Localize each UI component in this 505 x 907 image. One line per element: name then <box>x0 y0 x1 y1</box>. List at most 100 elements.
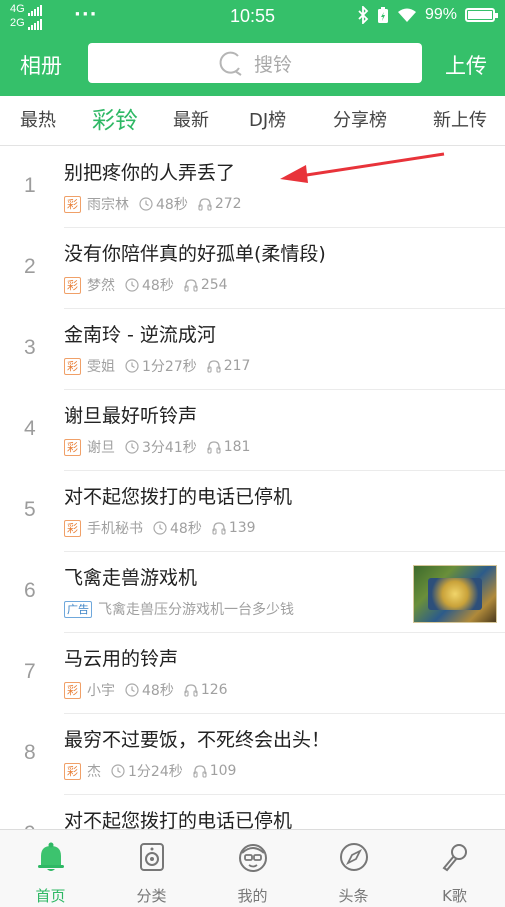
play-count-text: 126 <box>200 682 228 698</box>
battery-percent: 99% <box>424 6 457 23</box>
ringtone-badge: 彩 <box>64 276 81 294</box>
ad-thumbnail-center <box>428 578 482 610</box>
headphones-icon <box>198 198 212 211</box>
duration-text: 3分41秒 <box>142 440 197 456</box>
clock-icon <box>139 197 153 211</box>
rank-number: 8 <box>24 741 36 764</box>
ringtone-meta: 彩雨宗林 48秒 272 <box>64 194 252 214</box>
list-item[interactable]: 7 马云用的铃声彩小宇 48秒 126 <box>0 633 505 714</box>
system-icons: 99% <box>357 6 498 24</box>
nav-headlines[interactable]: 头条 <box>303 830 404 907</box>
play-count: 272 <box>198 196 242 212</box>
play-count: 217 <box>207 358 250 374</box>
ad-thumbnail-image[interactable] <box>413 565 497 623</box>
search-input[interactable]: 搜铃 <box>88 43 422 83</box>
ringtone-list: 1 别把疼你的人弄丢了彩雨宗林 48秒 272 2 没有你陪伴真的好孤单(柔情段) 彩梦然 4… <box>0 147 505 829</box>
rank-number: 7 <box>24 660 36 683</box>
nav-karaoke[interactable]: K歌 <box>404 830 505 907</box>
battery-fill <box>468 11 492 19</box>
ringtone-title: 对不起您拨打的电话已停机 <box>64 486 293 508</box>
list-item[interactable]: 4 谢旦最好听铃声彩谢旦 3分41秒 181 <box>0 390 505 471</box>
ringtone-meta: 彩谢旦 3分41秒 181 <box>64 437 260 457</box>
nav-label: 我的 <box>237 887 268 905</box>
ringtone-badge: 彩 <box>64 195 81 213</box>
nav-label: 头条 <box>338 887 369 905</box>
ringtone-title: 别把疼你的人弄丢了 <box>64 162 236 184</box>
tab-color-ringtone[interactable]: 彩铃 <box>92 96 138 146</box>
clock-icon <box>125 359 139 373</box>
ringtone-badge: 彩 <box>64 762 81 780</box>
duration-text: 1分24秒 <box>128 764 183 780</box>
nav-label: 首页 <box>35 887 66 905</box>
play-count-text: 181 <box>223 439 251 455</box>
rank-number: 6 <box>24 579 36 602</box>
ringtone-meta: 彩小宇 48秒 126 <box>64 680 238 700</box>
duration: 48秒 <box>139 194 188 214</box>
tab-newest[interactable]: 最新 <box>173 96 209 146</box>
list-item[interactable]: 6 飞禽走兽游戏机 广告 飞禽走兽压分游戏机一台多少钱 <box>0 552 505 633</box>
bottom-navigation: 首页 分类 我的 头条 K歌 <box>0 829 505 907</box>
headphones-icon <box>193 765 207 778</box>
play-count: 139 <box>212 520 256 536</box>
list-item[interactable]: 2 没有你陪伴真的好孤单(柔情段) 彩梦然 48秒 254 <box>0 228 505 309</box>
duration: 48秒 <box>125 680 174 700</box>
ringtone-badge: 彩 <box>64 438 81 456</box>
artist-name: 手机秘书 <box>87 521 143 537</box>
nav-category[interactable]: 分类 <box>101 830 202 907</box>
list-item[interactable]: 9 对不起您拨打的电话已停机 <box>0 795 505 829</box>
ringtone-title: 谢旦最好听铃声 <box>64 405 198 427</box>
search-icon <box>219 51 242 76</box>
ringtone-meta: 彩手机秘书 48秒 139 <box>64 518 266 538</box>
tab-dj-chart[interactable]: DJ榜 <box>249 96 286 146</box>
headphones-icon <box>212 522 226 535</box>
list-item[interactable]: 1 别把疼你的人弄丢了彩雨宗林 48秒 272 <box>0 147 505 228</box>
nav-label: 分类 <box>136 887 167 905</box>
list-item[interactable]: 8 最穷不过要饭，不死终会出头！ 彩杰 1分24秒 109 <box>0 714 505 795</box>
headphones-icon <box>207 441 221 454</box>
artist-name: 梦然 <box>87 278 115 294</box>
play-count-text: 139 <box>228 520 256 536</box>
rank-number: 2 <box>24 255 36 278</box>
ringtone-title: 马云用的铃声 <box>64 648 179 670</box>
artist-name: 雯姐 <box>87 359 115 375</box>
category-tabs: 最热 彩铃 最新 DJ榜 分享榜 新上传 <box>0 96 505 146</box>
ringtone-meta: 彩雯姐 1分27秒 217 <box>64 356 260 376</box>
battery-icon <box>465 8 498 22</box>
speaker-icon <box>140 843 164 871</box>
clock-icon <box>125 683 139 697</box>
headphones-icon <box>207 360 221 373</box>
play-count: 181 <box>207 439 251 455</box>
tab-share-chart[interactable]: 分享榜 <box>333 96 387 146</box>
bluetooth-icon <box>358 6 369 24</box>
ringtone-meta: 彩杰 1分24秒 109 <box>64 761 246 781</box>
play-count: 109 <box>193 763 237 779</box>
ringtone-badge: 彩 <box>64 519 81 537</box>
play-count: 126 <box>184 682 228 698</box>
upload-button[interactable]: 上传 <box>445 50 487 80</box>
nav-home[interactable]: 首页 <box>0 830 101 907</box>
ringtone-title: 飞禽走兽游戏机 <box>64 567 198 589</box>
play-count-text: 109 <box>209 763 237 779</box>
ringtone-title: 对不起您拨打的电话已停机 <box>64 810 293 829</box>
duration-text: 48秒 <box>142 278 174 294</box>
list-item[interactable]: 3 金南玲 - 逆流成河彩雯姐 1分27秒 217 <box>0 309 505 390</box>
tab-hottest[interactable]: 最热 <box>20 96 56 146</box>
rank-number: 4 <box>24 417 36 440</box>
album-button[interactable]: 相册 <box>20 50 62 80</box>
bell-icon <box>38 842 64 871</box>
ringtone-badge: 彩 <box>64 681 81 699</box>
ringtone-title: 没有你陪伴真的好孤单(柔情段) <box>64 243 326 265</box>
search-placeholder: 搜铃 <box>253 53 292 76</box>
tab-new-uploads[interactable]: 新上传 <box>433 96 487 146</box>
rank-number: 5 <box>24 498 36 521</box>
wifi-icon <box>397 8 416 22</box>
duration: 3分41秒 <box>125 437 197 457</box>
rank-number: 1 <box>24 174 36 197</box>
clock-icon <box>125 278 139 292</box>
artist-name: 小宇 <box>87 683 115 699</box>
glasses-face-icon <box>239 844 267 872</box>
list-item[interactable]: 5 对不起您拨打的电话已停机彩手机秘书 48秒 139 <box>0 471 505 552</box>
nav-mine[interactable]: 我的 <box>202 830 303 907</box>
rank-number: 9 <box>24 822 36 829</box>
clock-icon <box>125 440 139 454</box>
